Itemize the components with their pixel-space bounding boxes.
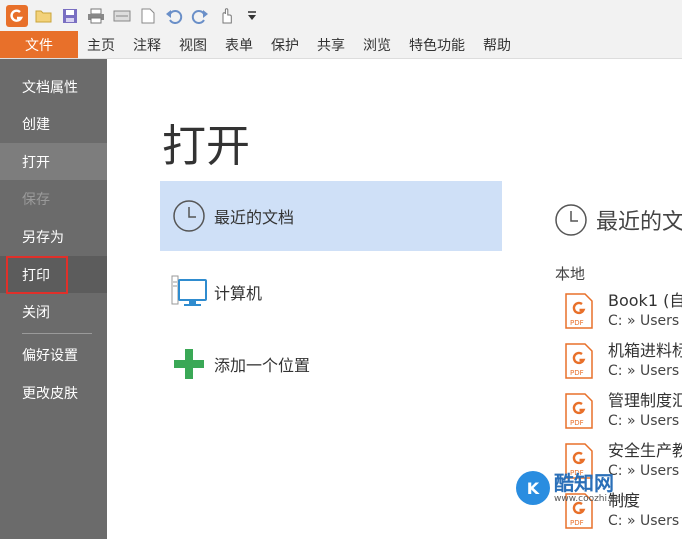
sidebar-item-open[interactable]: 打开 bbox=[0, 143, 107, 180]
print-highlight-box bbox=[6, 256, 68, 294]
watermark-logo-icon: K bbox=[516, 471, 550, 505]
open-folder-icon[interactable] bbox=[34, 6, 54, 26]
sidebar-item-skin[interactable]: 更改皮肤 bbox=[0, 374, 107, 411]
sidebar-item-preferences[interactable]: 偏好设置 bbox=[0, 336, 107, 373]
quick-access-toolbar bbox=[0, 0, 682, 31]
customize-icon[interactable] bbox=[242, 6, 262, 26]
watermark: K 酷知网 www.coozhi.com bbox=[516, 466, 646, 510]
menu-comment[interactable]: 注释 bbox=[124, 31, 170, 58]
sidebar-divider bbox=[22, 333, 92, 334]
file-name: 机箱进料标 bbox=[608, 341, 682, 360]
watermark-text: 酷知网 www.coozhi.com bbox=[554, 472, 629, 504]
hand-tool-icon[interactable] bbox=[216, 6, 236, 26]
recent-file-item[interactable]: PDF Book1 (自 C: » Users » bbox=[565, 287, 682, 337]
svg-text:PDF: PDF bbox=[570, 419, 584, 427]
recent-header: 最近的文 bbox=[554, 203, 682, 237]
new-doc-icon[interactable] bbox=[138, 6, 158, 26]
computer-icon bbox=[170, 273, 208, 311]
recent-file-item[interactable]: PDF 管理制度汇 C: » Users » bbox=[565, 387, 682, 437]
recent-file-item[interactable]: PDF 机箱进料标 C: » Users » bbox=[565, 337, 682, 387]
app-logo-icon[interactable] bbox=[6, 4, 28, 27]
print-icon[interactable] bbox=[86, 6, 106, 26]
section-local-label: 本地 bbox=[555, 265, 586, 283]
scan-icon[interactable] bbox=[112, 6, 132, 26]
location-computer[interactable]: 计算机 bbox=[160, 257, 502, 327]
sidebar-item-save: 保存 bbox=[22, 191, 50, 208]
file-path: C: » Users » bbox=[608, 363, 682, 379]
location-add-place[interactable]: 添加一个位置 bbox=[160, 329, 502, 399]
menu-help[interactable]: 帮助 bbox=[474, 31, 520, 58]
file-path: C: » Users » bbox=[608, 313, 682, 329]
file-path: C: » Users » bbox=[608, 513, 682, 529]
menu-features[interactable]: 特色功能 bbox=[400, 31, 474, 58]
menu-home[interactable]: 主页 bbox=[78, 31, 124, 58]
file-sidebar: 文档属性 创建 打开 保存 另存为 打印 关闭 偏好设置 更改皮肤 bbox=[0, 59, 107, 539]
location-label: 添加一个位置 bbox=[214, 356, 311, 375]
file-tab[interactable]: 文件 bbox=[0, 31, 78, 58]
save-icon[interactable] bbox=[60, 6, 80, 26]
sidebar-item-properties[interactable]: 文档属性 bbox=[0, 68, 107, 105]
recent-header-label: 最近的文 bbox=[596, 210, 682, 235]
sidebar-item-close[interactable]: 关闭 bbox=[0, 293, 107, 330]
menu-protect[interactable]: 保护 bbox=[262, 31, 308, 58]
location-label: 计算机 bbox=[214, 284, 263, 303]
menu-form[interactable]: 表单 bbox=[216, 31, 262, 58]
plus-icon bbox=[170, 345, 208, 383]
sidebar-item-save-as[interactable]: 另存为 bbox=[0, 218, 107, 255]
menu-browse[interactable]: 浏览 bbox=[354, 31, 400, 58]
page-title: 打开 bbox=[162, 121, 250, 172]
file-name: Book1 (自 bbox=[608, 291, 682, 310]
file-path: C: » Users » bbox=[608, 413, 682, 429]
clock-icon bbox=[170, 197, 208, 235]
clock-icon bbox=[555, 204, 587, 236]
pdf-file-icon: PDF bbox=[565, 343, 593, 379]
menu-view[interactable]: 视图 bbox=[170, 31, 216, 58]
redo-icon[interactable] bbox=[190, 6, 210, 26]
svg-text:PDF: PDF bbox=[570, 519, 584, 527]
location-label: 最近的文档 bbox=[214, 208, 295, 227]
pdf-file-icon: PDF bbox=[565, 293, 593, 329]
watermark-title: 酷知网 bbox=[554, 471, 614, 495]
watermark-url: www.coozhi.com bbox=[554, 494, 630, 504]
menu-share[interactable]: 共享 bbox=[308, 31, 354, 58]
svg-text:PDF: PDF bbox=[570, 369, 584, 377]
file-name: 管理制度汇 bbox=[608, 391, 682, 410]
location-recent-documents[interactable]: 最近的文档 bbox=[160, 181, 502, 251]
pdf-file-icon: PDF bbox=[565, 393, 593, 429]
undo-icon[interactable] bbox=[164, 6, 184, 26]
svg-text:PDF: PDF bbox=[570, 319, 584, 327]
sidebar-item-create[interactable]: 创建 bbox=[0, 105, 107, 142]
file-name: 安全生产教 bbox=[608, 441, 682, 460]
menu-bar: 文件 主页 注释 视图 表单 保护 共享 浏览 特色功能 帮助 bbox=[0, 31, 682, 59]
